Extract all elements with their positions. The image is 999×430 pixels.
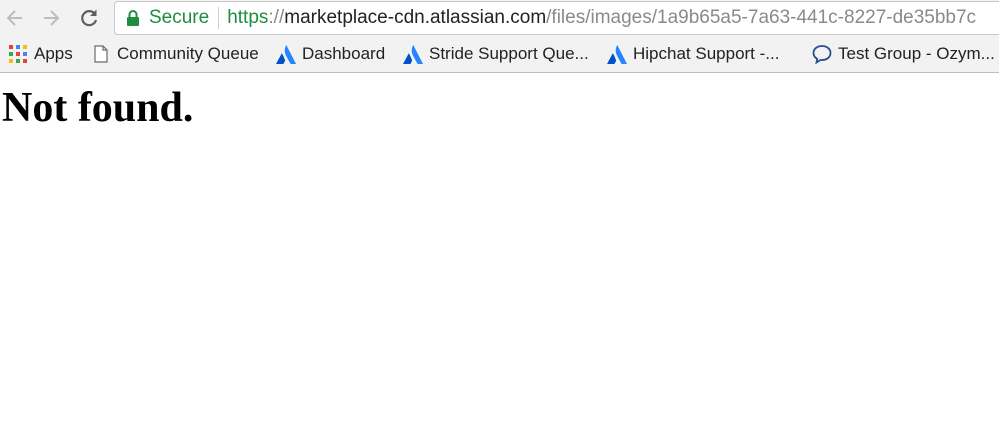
- bookmarks-bar: Apps Community Queue Dashboard Stride Su…: [0, 36, 999, 73]
- reload-icon: [81, 9, 98, 27]
- lock-icon: [126, 9, 140, 27]
- back-button[interactable]: [2, 5, 28, 31]
- browser-toolbar: Secure https://marketplace-cdn.atlassian…: [0, 0, 999, 36]
- bookmark-dashboard[interactable]: Dashboard: [276, 36, 385, 72]
- document-icon: [91, 44, 111, 64]
- bookmark-stride-support-queue[interactable]: Stride Support Que...: [403, 36, 589, 72]
- atlassian-logo-icon: [403, 44, 423, 64]
- speech-bubble-icon: [812, 44, 832, 64]
- atlassian-logo-icon: [276, 44, 296, 64]
- arrow-left-icon: [6, 10, 22, 26]
- url-host: marketplace-cdn.atlassian.com: [284, 7, 547, 28]
- bookmark-label: Hipchat Support -...: [633, 44, 780, 63]
- page-content: Not found.: [0, 73, 999, 430]
- atlassian-logo-icon: [607, 44, 627, 64]
- arrow-right-icon: [44, 10, 60, 26]
- bookmark-label: Apps: [34, 44, 73, 63]
- security-status-label: Secure: [149, 7, 210, 28]
- forward-button[interactable]: [38, 5, 64, 31]
- bookmark-label: Test Group - Ozym...: [838, 44, 995, 63]
- bookmark-apps[interactable]: Apps: [8, 36, 73, 72]
- url-path: /files/images/1a9b65a5-7a63-441c-8227-de…: [546, 7, 977, 28]
- bookmark-label: Dashboard: [302, 44, 386, 63]
- address-divider: [218, 7, 220, 29]
- bookmark-hipchat-support[interactable]: Hipchat Support -...: [607, 36, 779, 72]
- url-separator: ://: [268, 7, 285, 28]
- bookmark-label: Community Queue: [117, 44, 259, 63]
- bookmark-test-group[interactable]: Test Group - Ozym...: [812, 36, 995, 72]
- bookmark-community-queue[interactable]: Community Queue: [91, 36, 259, 72]
- page-heading: Not found.: [2, 85, 194, 131]
- url-scheme: https: [227, 7, 269, 28]
- apps-grid-icon: [8, 44, 28, 64]
- bookmark-label: Stride Support Que...: [429, 44, 589, 63]
- address-bar[interactable]: Secure https://marketplace-cdn.atlassian…: [114, 1, 999, 35]
- reload-button[interactable]: [76, 5, 102, 31]
